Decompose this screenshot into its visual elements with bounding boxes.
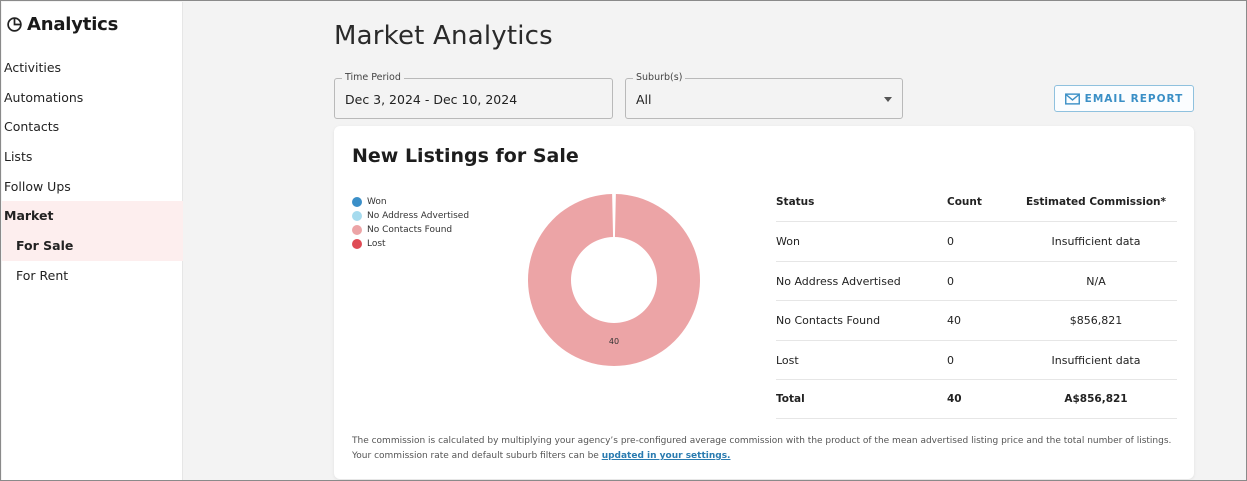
cell-commission: N/A [1086,274,1106,288]
header-commission: Estimated Commission* [1025,196,1167,208]
app-title: Analytics [27,14,119,35]
sidebar-item-automations[interactable]: Automations [2,83,183,113]
table-row: Won 0 Insufficient data [776,222,1177,262]
cell-count: 40 [947,314,961,328]
cell-status: No Contacts Found [776,314,881,328]
sidebar-item-follow-ups[interactable]: Follow Ups [2,172,183,202]
footnote-line-2: Your commission rate and default suburb … [352,449,1171,464]
legend-item-lost[interactable]: Lost [352,237,469,251]
app-window: Analytics Activities Automations Contact… [0,0,1247,481]
total-commission: A$856,821 [1064,392,1128,405]
time-period-legend: Time Period [342,72,404,84]
legend-label-won: Won [367,197,387,207]
legend-item-no-contacts[interactable]: No Contacts Found [352,223,469,237]
sidebar-subitem-for-rent[interactable]: For Rent [2,261,183,291]
mail-icon [1064,92,1080,105]
suburbs-select[interactable]: Suburb(s) All [625,72,903,119]
card-title: New Listings for Sale [352,145,579,167]
footnote-line-1: The commission is calculated by multiply… [352,436,1172,446]
table-row: Lost 0 Insufficient data [776,341,1177,380]
header-status: Status [776,196,815,208]
cell-commission: Insufficient data [1051,235,1141,249]
footnote-line-2-text: Your commission rate and default suburb … [352,451,602,461]
settings-link[interactable]: updated in your settings. [602,451,731,461]
table-header: Status Count Estimated Commission* [776,183,1177,223]
legend-dot-lost [352,239,362,249]
legend-dot-won [352,197,362,207]
header-count: Count [947,196,982,208]
sidebar-item-contacts[interactable]: Contacts [2,112,183,142]
time-period-value: Dec 3, 2024 - Dec 10, 2024 [345,92,518,107]
cell-status: Won [776,235,800,249]
suburbs-value: All [636,92,652,107]
table-row: No Address Advertised 0 N/A [776,262,1177,302]
legend-label-no-contacts: No Contacts Found [367,225,453,235]
cell-count: 0 [947,274,954,288]
email-report-button[interactable]: EMAIL REPORT [1054,85,1194,112]
total-count: 40 [947,392,962,405]
legend-dot-no-contacts [352,225,362,235]
legend-dot-no-address [352,211,362,221]
page-title: Market Analytics [334,21,553,51]
cell-status: No Address Advertised [776,274,901,288]
sidebar: Analytics Activities Automations Contact… [2,2,183,480]
table-total-row: Total 40 A$856,821 [776,380,1177,420]
chevron-down-icon[interactable] [884,97,892,102]
legend-label-lost: Lost [367,239,386,249]
cell-count: 0 [947,235,954,249]
table-row: No Contacts Found 40 $856,821 [776,301,1177,341]
legend-item-won[interactable]: Won [352,195,469,209]
total-label: Total [776,392,805,405]
sidebar-item-activities[interactable]: Activities [2,53,183,83]
email-report-label: EMAIL REPORT [1084,92,1184,105]
donut-chart: 40 [528,194,700,366]
legend-item-no-address[interactable]: No Address Advertised [352,209,469,223]
cell-status: Lost [776,353,799,367]
cell-commission: $856,821 [1069,314,1123,328]
cell-count: 0 [947,353,954,367]
time-period-field[interactable]: Time Period Dec 3, 2024 - Dec 10, 2024 [334,72,613,119]
sidebar-item-market[interactable]: Market [2,201,183,231]
brand: Analytics [6,14,118,35]
commission-footnote: The commission is calculated by multiply… [352,434,1171,464]
cell-commission: Insufficient data [1051,353,1141,367]
new-listings-card: New Listings for Sale Won No Address Adv… [334,126,1194,479]
pie-chart-icon [7,17,22,32]
sidebar-subitem-for-sale[interactable]: For Sale [2,231,183,261]
donut-data-label: 40 [609,337,619,346]
sidebar-item-lists[interactable]: Lists [2,142,183,172]
suburbs-legend: Suburb(s) [633,72,686,84]
chart-legend: Won No Address Advertised No Contacts Fo… [352,195,469,251]
legend-label-no-address: No Address Advertised [367,211,470,221]
listings-table: Status Count Estimated Commission* Won 0… [776,183,1177,420]
